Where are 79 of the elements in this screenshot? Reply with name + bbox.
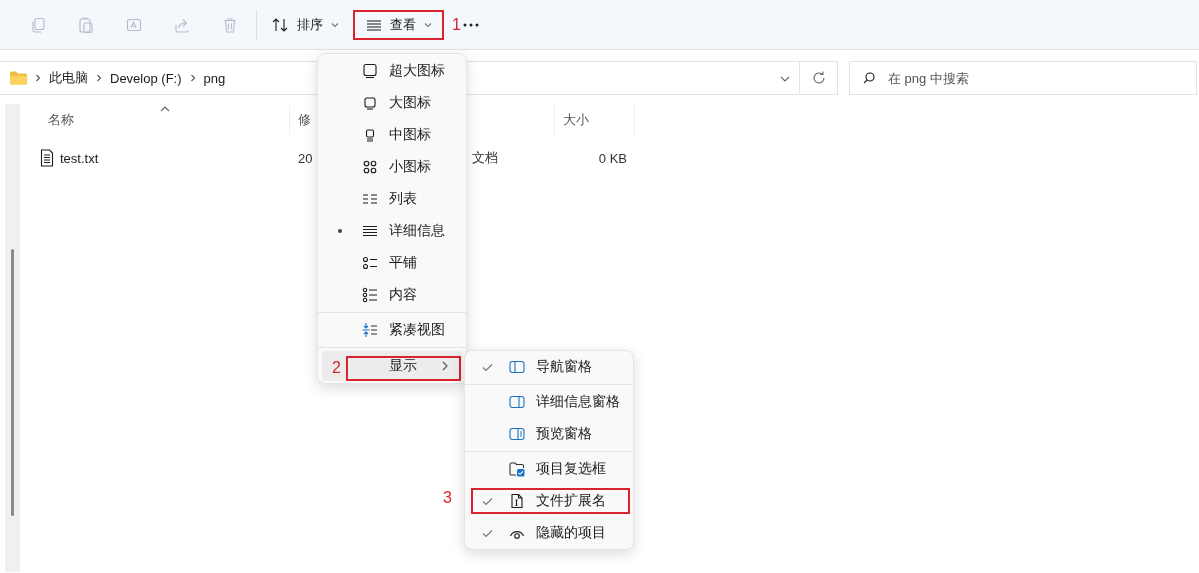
menu-item-label: 中图标 — [389, 126, 431, 144]
large-icons-icon — [362, 95, 378, 111]
menu-item[interactable]: 内容 — [318, 279, 466, 311]
small-icons-icon — [362, 159, 378, 175]
menu-item-label: 平铺 — [389, 254, 417, 272]
menu-item-label: 超大图标 — [389, 62, 445, 80]
text-file-icon — [40, 149, 54, 167]
menu-item[interactable]: 详细信息窗格 — [465, 386, 633, 418]
chevron-down-icon — [423, 20, 432, 29]
checkmark-icon — [481, 362, 493, 372]
checkmark-icon — [481, 528, 493, 538]
trash-icon — [221, 15, 239, 34]
folder-icon — [10, 71, 27, 85]
menu-item[interactable]: 列表 — [318, 183, 466, 215]
menu-item[interactable]: 隐藏的项目 — [465, 517, 633, 549]
compact-view-icon — [362, 322, 378, 338]
document-icon — [509, 493, 525, 509]
menu-item[interactable]: 详细信息 — [318, 215, 466, 247]
menu-item[interactable]: 平铺 — [318, 247, 466, 279]
menu-item-label: 项目复选框 — [536, 460, 606, 478]
extra-large-icons-icon — [362, 63, 378, 79]
checkmark-icon — [481, 496, 493, 506]
navigation-pane-icon — [509, 359, 525, 375]
menu-item[interactable]: 大图标 — [318, 87, 466, 119]
menu-item[interactable]: 中图标 — [318, 119, 466, 151]
details-pane-icon — [509, 394, 525, 410]
breadcrumb[interactable]: png — [203, 70, 226, 86]
menu-item-label: 列表 — [389, 190, 417, 208]
search-icon — [863, 72, 875, 84]
table-cell: 文档 — [472, 149, 498, 167]
breadcrumb[interactable]: 此电脑 — [49, 69, 88, 87]
folder-checkbox-icon — [509, 461, 525, 477]
menu-item[interactable]: 2 显示 — [322, 351, 462, 381]
copy-icon — [29, 15, 47, 34]
column-header[interactable]: 大小 — [555, 105, 635, 135]
chevron-down-icon — [331, 20, 339, 29]
menu-item-label: 紧凑视图 — [389, 321, 445, 339]
tiles-icon — [362, 255, 378, 271]
refresh-button[interactable] — [800, 61, 838, 95]
view-button[interactable]: 查看 — [353, 9, 444, 40]
menu-item[interactable]: 项目复选框 — [465, 453, 633, 485]
menu-item-label: 预览窗格 — [536, 425, 592, 443]
breadcrumb[interactable]: Develop (F:) — [110, 70, 182, 86]
sort-caret-icon — [160, 105, 170, 113]
menu-item[interactable]: 小图标 — [318, 151, 466, 183]
menu-item-label: 导航窗格 — [536, 358, 592, 376]
more-icon[interactable] — [462, 21, 479, 28]
paste-icon — [77, 15, 95, 34]
menu-item-label: 隐藏的项目 — [536, 524, 606, 542]
content-icon — [362, 287, 378, 303]
details-icon — [362, 223, 378, 239]
menu-item[interactable]: 紧凑视图 — [318, 314, 466, 346]
menu-item-label: 大图标 — [389, 94, 431, 112]
menu-item-label: 显示 — [389, 357, 417, 375]
menu-item[interactable]: 预览窗格 — [465, 418, 633, 450]
menu-item-label: 详细信息 — [389, 222, 445, 240]
chevron-right-icon — [189, 74, 196, 82]
menu-item[interactable]: 导航窗格 — [465, 351, 633, 383]
menu-item-label: 文件扩展名 — [536, 492, 606, 510]
table-cell: 20 — [298, 150, 313, 166]
menu-item-label: 内容 — [389, 286, 417, 304]
search-field[interactable]: 在 png 中搜索 — [849, 61, 1197, 95]
scrollbar-thumb[interactable] — [11, 249, 14, 516]
menu-item-label: 小图标 — [389, 158, 431, 176]
chevron-right-icon — [35, 74, 41, 82]
menu-item[interactable]: 超大图标 — [318, 55, 466, 87]
preview-pane-icon — [509, 426, 525, 442]
column-header[interactable]: 名称 — [40, 105, 290, 135]
annotation-number: 3 — [443, 489, 452, 507]
list-icon — [362, 191, 378, 207]
sort-button[interactable]: 排序 — [263, 8, 347, 41]
chevron-right-icon — [96, 74, 102, 82]
refresh-icon — [810, 70, 827, 86]
table-cell: 0 KB — [598, 150, 627, 166]
file-name[interactable]: test.txt — [60, 150, 99, 166]
annotation-number: 2 — [332, 359, 341, 377]
menu-item-label: 详细信息窗格 — [536, 393, 620, 411]
annotation-number: 1 — [452, 15, 461, 34]
chevron-right-icon — [442, 361, 448, 371]
